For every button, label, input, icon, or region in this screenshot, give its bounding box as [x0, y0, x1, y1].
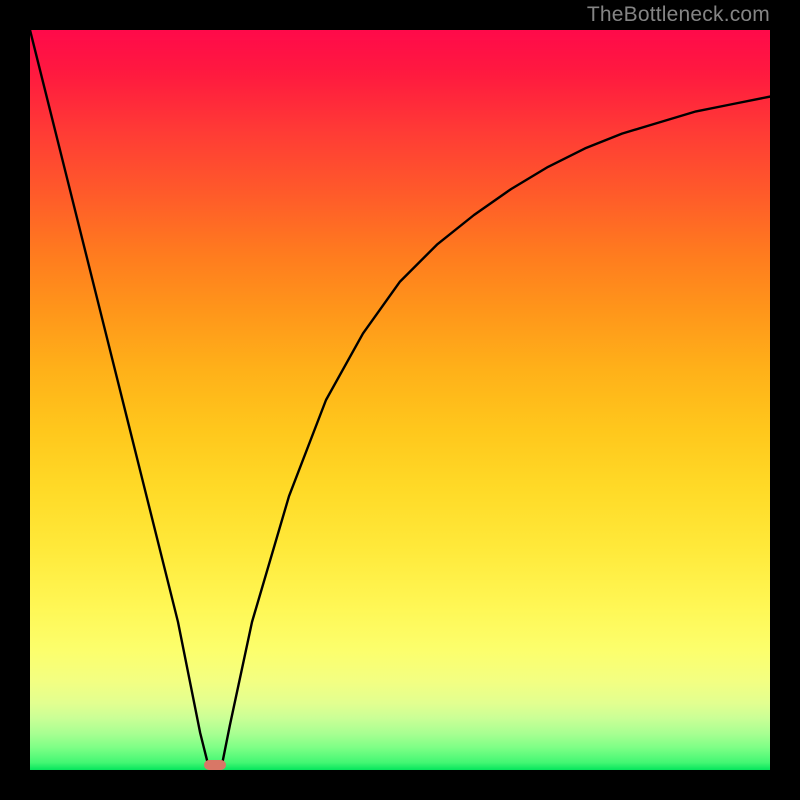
curve-path — [30, 30, 770, 770]
watermark-text: TheBottleneck.com — [587, 3, 770, 27]
plot-area — [30, 30, 770, 770]
chart-frame: TheBottleneck.com — [0, 0, 800, 800]
bottleneck-curve — [30, 30, 770, 770]
minimum-marker — [204, 760, 226, 770]
